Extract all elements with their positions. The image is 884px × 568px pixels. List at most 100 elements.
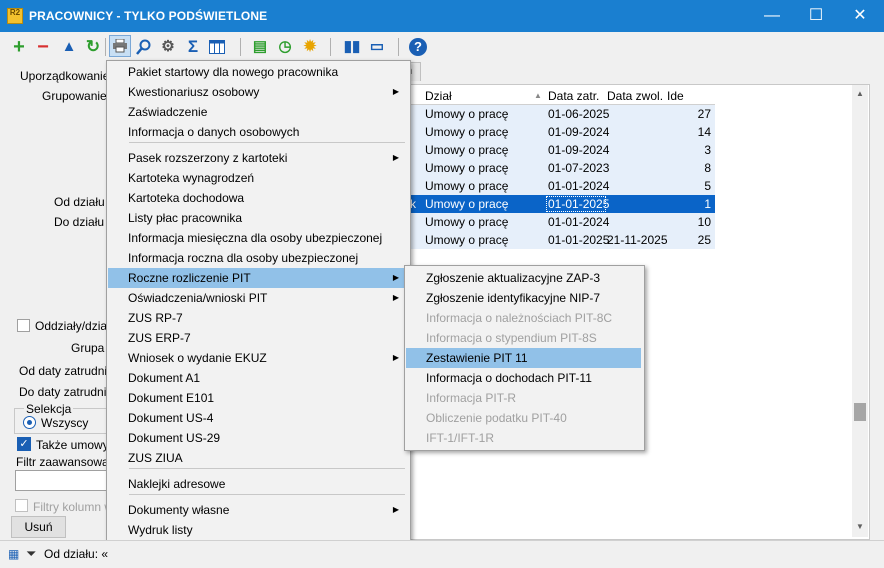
- print-icon[interactable]: [109, 35, 131, 57]
- hire-date-cell: 01-01-2024: [548, 179, 610, 193]
- menu-item-label: Dokument E101: [128, 391, 215, 405]
- menu-item[interactable]: ZUS ZIUA: [108, 448, 407, 468]
- submenu-item[interactable]: Zestawienie PIT 11: [406, 348, 641, 368]
- department-cell: Umowy o pracę: [425, 125, 509, 139]
- menu-item[interactable]: Roczne rozliczenie PIT ▶: [108, 268, 407, 288]
- table-row[interactable]: Umowy o pracę 01-09-2024 3: [409, 141, 715, 159]
- menu-item-label: ZUS RP-7: [128, 311, 183, 325]
- all-radio[interactable]: [23, 416, 36, 429]
- split-view-icon[interactable]: ▮▮: [342, 37, 362, 57]
- menu-item-label: Naklejki adresowe: [128, 477, 226, 491]
- submenu-item[interactable]: Informacja o dochodach PIT-11: [406, 368, 641, 388]
- table-row[interactable]: Umowy o pracę 01-01-2024 5: [409, 177, 715, 195]
- hire-date-cell: 01-07-2023: [548, 161, 610, 175]
- menu-item[interactable]: Naklejki adresowe: [108, 474, 407, 494]
- maximize-button[interactable]: ☐: [794, 0, 838, 32]
- monitor-icon[interactable]: ▭: [367, 37, 387, 57]
- menu-item-label: Listy płac pracownika: [128, 211, 243, 225]
- menu-item-label: Dokument US-29: [128, 431, 221, 445]
- table-row[interactable]: Umowy o pracę 01-01-2025 21-11-2025 25: [409, 231, 715, 249]
- submenu-item: Informacja o stypendium PIT-8S: [406, 328, 641, 348]
- submenu-item: Informacja o należnościach PIT-8C: [406, 308, 641, 328]
- table-row[interactable]: Umowy o pracę 01-06-2025 27: [409, 105, 715, 123]
- id-cell: 5: [704, 179, 711, 193]
- sun-icon[interactable]: ✹: [300, 37, 320, 57]
- search-icon[interactable]: [134, 37, 154, 57]
- pit-submenu: Zgłoszenie aktualizacyjne ZAP-3 Zgłoszeni…: [404, 265, 645, 451]
- export-icon[interactable]: ▤: [250, 37, 270, 57]
- advanced-filter-input[interactable]: [15, 470, 108, 491]
- hire-date-cell: 01-01-2024: [548, 215, 610, 229]
- menu-item[interactable]: Dokument US-4: [108, 408, 407, 428]
- menu-item[interactable]: Listy płac pracownika: [108, 208, 407, 228]
- branches-checkbox[interactable]: [17, 319, 30, 332]
- menu-item[interactable]: ZUS ERP-7: [108, 328, 407, 348]
- table-row[interactable]: Umowy o pracę 01-01-2024 10: [409, 213, 715, 231]
- menu-item[interactable]: Pasek rozszerzony z kartoteki ▶: [108, 148, 407, 168]
- col-header-id[interactable]: Ide: [667, 89, 684, 103]
- also-contracts-checkbox[interactable]: ✓: [17, 437, 31, 451]
- col-header-termination-date[interactable]: Data zwol.: [607, 89, 663, 103]
- sum-icon[interactable]: Σ: [183, 37, 203, 57]
- menu-item[interactable]: Informacja o danych osobowych: [108, 122, 407, 142]
- branches-label: Oddziały/dział: [35, 319, 110, 333]
- scroll-up-icon[interactable]: ▲: [856, 89, 864, 98]
- vertical-scrollbar[interactable]: ▲ ▼: [852, 85, 868, 537]
- refresh-icon[interactable]: ↻: [83, 37, 103, 57]
- id-cell: 25: [697, 233, 711, 247]
- hire-date-cell: 01-09-2024: [548, 143, 610, 157]
- menu-item[interactable]: Dokumenty własne ▶: [108, 500, 407, 520]
- selection-group-label: Selekcja: [24, 402, 74, 416]
- help-icon[interactable]: ?: [409, 38, 427, 56]
- menu-item[interactable]: Oświadczenia/wnioski PIT ▶: [108, 288, 407, 308]
- menu-item-label: Oświadczenia/wnioski PIT: [128, 291, 268, 305]
- menu-item[interactable]: Kwestionariusz osobowy ▶: [108, 82, 407, 102]
- col-header-department[interactable]: Dział: [425, 89, 452, 103]
- menu-item[interactable]: Zaświadczenie: [108, 102, 407, 122]
- menu-item[interactable]: Informacja miesięczna dla osoby ubezpiec…: [108, 228, 407, 248]
- add-icon[interactable]: +: [9, 37, 29, 57]
- hire-date-to-label: Do daty zatrudnie: [19, 385, 114, 399]
- filter-funnel-icon[interactable]: ⏷: [26, 546, 36, 562]
- menu-item[interactable]: Dokument US-29: [108, 428, 407, 448]
- minimize-button[interactable]: —: [750, 0, 794, 32]
- scrollbar-thumb[interactable]: [854, 403, 866, 421]
- menu-item-label: ZUS ERP-7: [128, 331, 191, 345]
- ordering-label: Uporządkowanie: [20, 69, 110, 83]
- table-row[interactable]: Umowy o pracę 01-09-2024 14: [409, 123, 715, 141]
- id-cell: 14: [697, 125, 711, 139]
- menu-item[interactable]: Kartoteka wynagrodzeń: [108, 168, 407, 188]
- menu-item-label: Informacja o danych osobowych: [128, 125, 300, 139]
- submenu-item[interactable]: Zgłoszenie identyfikacyjne NIP-7: [406, 288, 641, 308]
- menu-item[interactable]: Dokument E101: [108, 388, 407, 408]
- menu-item[interactable]: Wydruk listy: [108, 520, 407, 540]
- filter-icon[interactable]: ▲: [59, 37, 79, 57]
- menu-item-label: Kwestionariusz osobowy: [128, 85, 260, 99]
- menu-item[interactable]: Informacja roczna dla osoby ubezpieczone…: [108, 248, 407, 268]
- department-cell: Umowy o pracę: [425, 197, 509, 211]
- id-cell: 3: [704, 143, 711, 157]
- menu-item[interactable]: Wniosek o wydanie EKUZ ▶: [108, 348, 407, 368]
- menu-item-label: Informacja miesięczna dla osoby ubezpiec…: [128, 231, 383, 245]
- columns-icon[interactable]: [207, 37, 227, 57]
- remove-button[interactable]: Usuń: [11, 516, 66, 538]
- submenu-item[interactable]: Zgłoszenie aktualizacyjne ZAP-3: [406, 268, 641, 288]
- col-header-hire-date[interactable]: Data zatr.: [548, 89, 599, 103]
- menu-item[interactable]: Dokument A1: [108, 368, 407, 388]
- menu-item[interactable]: ZUS RP-7: [108, 308, 407, 328]
- menu-item[interactable]: Pakiet startowy dla nowego pracownika: [108, 62, 407, 82]
- table-row[interactable]: k Umowy o pracę 01-01-2025 1: [409, 195, 715, 213]
- clock-icon[interactable]: ◷: [275, 37, 295, 57]
- submenu-item-label: Informacja PIT-R: [426, 391, 517, 405]
- close-button[interactable]: ✕: [838, 0, 882, 32]
- delete-icon[interactable]: −: [33, 37, 53, 57]
- submenu-item: IFT-1/IFT-1R: [406, 428, 641, 448]
- table-row[interactable]: Umowy o pracę 01-07-2023 8: [409, 159, 715, 177]
- column-filters-checkbox[interactable]: [15, 499, 28, 512]
- menu-item[interactable]: Kartoteka dochodowa: [108, 188, 407, 208]
- submenu-item-label: Informacja o stypendium PIT-8S: [426, 331, 597, 345]
- settings-icon[interactable]: ⚙: [158, 37, 178, 57]
- scroll-down-icon[interactable]: ▼: [856, 522, 864, 531]
- title-bar: R2 PRACOWNICY - TYLKO PODŚWIETLONE — ☐ ✕: [0, 0, 884, 32]
- grid-icon[interactable]: ▦: [8, 547, 19, 561]
